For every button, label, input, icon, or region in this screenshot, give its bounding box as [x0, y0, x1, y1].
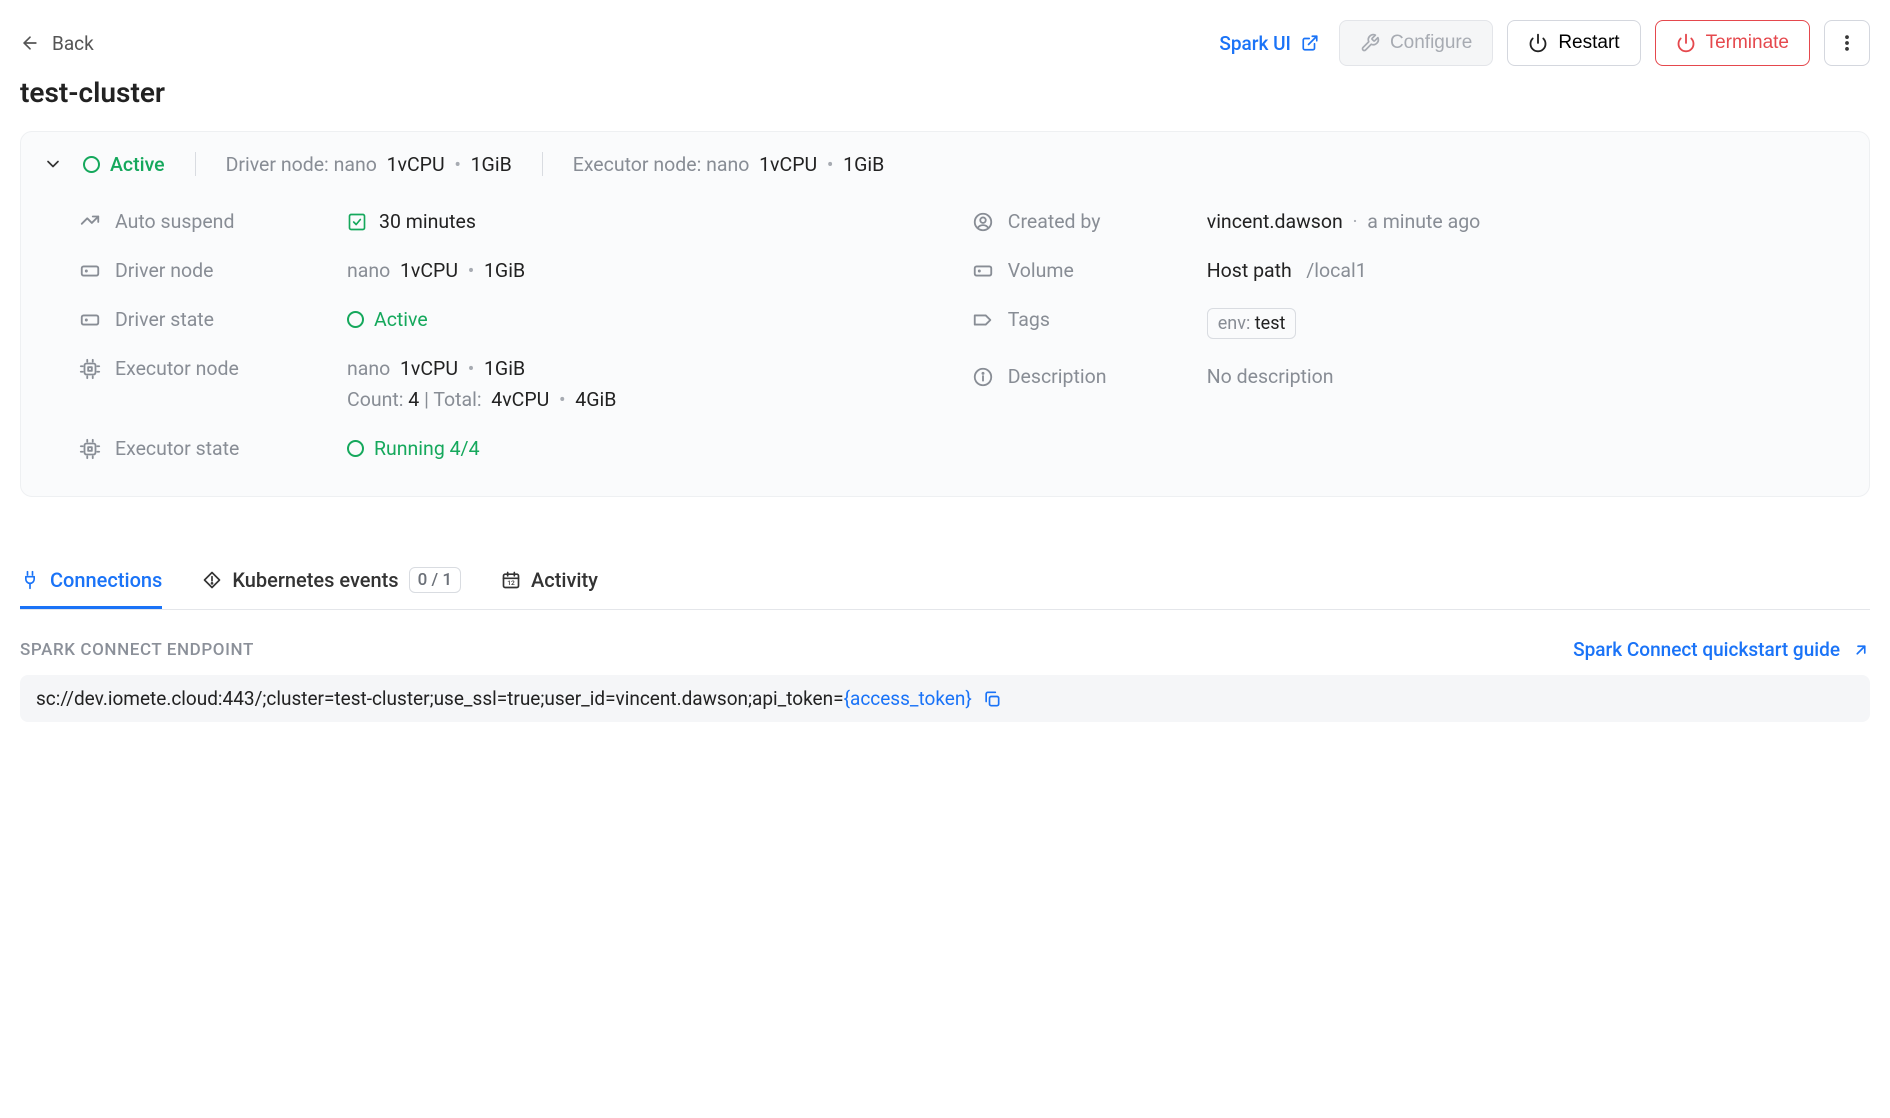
arrow-left-icon [20, 33, 40, 53]
header-actions: Spark UI Configure Restart Terminate [1213, 20, 1870, 66]
tab-kubernetes-events-label: Kubernetes events [232, 568, 398, 592]
configure-button: Configure [1339, 20, 1493, 66]
tab-kubernetes-events[interactable]: Kubernetes events 0 / 1 [202, 553, 461, 609]
cpu-icon [79, 358, 101, 380]
tag-chip: env: test [1207, 308, 1297, 339]
detail-auto-suspend: Auto suspend 30 minutes [79, 210, 972, 233]
restart-button[interactable]: Restart [1507, 20, 1640, 66]
tab-activity[interactable]: 12 Activity [501, 554, 598, 608]
executor-node-label: Executor node [115, 357, 239, 380]
summary-row: Active Driver node: nano 1vCPU • 1GiB Ex… [43, 152, 1847, 176]
kubernetes-events-count: 0 / 1 [409, 567, 461, 593]
status-circle-icon [347, 440, 364, 457]
tab-connections[interactable]: Connections [20, 554, 162, 608]
detail-driver-state: Driver state Active [79, 308, 972, 331]
tags-label: Tags [1008, 308, 1050, 331]
detail-volume: Volume Host path /local1 [972, 259, 1847, 282]
description-value: No description [1207, 365, 1334, 388]
details-col-left: Auto suspend 30 minutes Drive [79, 210, 972, 460]
restart-icon [1528, 33, 1548, 53]
check-square-icon [347, 212, 367, 232]
driver-state-label: Driver state [115, 308, 214, 331]
details-body: Auto suspend 30 minutes Drive [43, 210, 1847, 460]
endpoint-value: sc://dev.iomete.cloud:443/;cluster=test-… [36, 687, 972, 710]
tab-activity-label: Activity [531, 568, 598, 592]
detail-description: Description No description [972, 365, 1847, 388]
terminate-label: Terminate [1706, 32, 1789, 54]
endpoint-box: sc://dev.iomete.cloud:443/;cluster=test-… [20, 675, 1870, 722]
spark-connect-guide-link[interactable]: Spark Connect quickstart guide [1573, 638, 1870, 661]
detail-tags: Tags env: test [972, 308, 1847, 339]
alert-diamond-icon [202, 570, 222, 590]
status-pill: Active [83, 153, 165, 176]
node-icon [79, 260, 101, 282]
detail-executor-state: Executor state Running 4/4 [79, 437, 972, 460]
summary-executor: Executor node: nano 1vCPU • 1GiB [573, 153, 885, 176]
detail-executor-node: Executor node nano 1vCPU • 1GiB Count: 4… [79, 357, 972, 411]
created-by-label: Created by [1008, 210, 1101, 233]
tab-connections-label: Connections [50, 568, 162, 592]
calendar-icon: 12 [501, 570, 521, 590]
auto-suspend-label: Auto suspend [115, 210, 234, 233]
executor-state-label: Executor state [115, 437, 239, 460]
status-circle-icon [347, 311, 364, 328]
summary-driver: Driver node: nano 1vCPU • 1GiB [226, 153, 512, 176]
details-panel: Active Driver node: nano 1vCPU • 1GiB Ex… [20, 131, 1870, 497]
bounce-arrow-icon [79, 211, 101, 233]
user-circle-icon [972, 211, 994, 233]
divider [195, 152, 196, 176]
configure-label: Configure [1390, 32, 1472, 54]
external-link-icon [1301, 34, 1319, 52]
restart-label: Restart [1558, 32, 1619, 54]
executor-state-value: Running 4/4 [374, 437, 480, 460]
info-icon [972, 366, 994, 388]
auto-suspend-value: 30 minutes [379, 210, 476, 233]
page-title: test-cluster [20, 76, 1870, 109]
guide-link-label: Spark Connect quickstart guide [1573, 638, 1840, 661]
plug-icon [20, 570, 40, 590]
description-label: Description [1008, 365, 1107, 388]
driver-node-label: Driver node [115, 259, 213, 282]
node-icon [79, 309, 101, 331]
more-menu-button[interactable] [1824, 20, 1870, 66]
power-icon [1676, 33, 1696, 53]
spark-ui-link[interactable]: Spark UI [1213, 32, 1325, 55]
more-vertical-icon [1837, 33, 1857, 53]
wrench-icon [1360, 33, 1380, 53]
detail-driver-node: Driver node nano 1vCPU • 1GiB [79, 259, 972, 282]
back-button[interactable]: Back [20, 32, 94, 55]
volume-label: Volume [1008, 259, 1074, 282]
tag-icon [972, 309, 994, 331]
status-label: Active [110, 153, 165, 176]
volume-icon [972, 260, 994, 282]
terminate-button[interactable]: Terminate [1655, 20, 1810, 66]
endpoint-section-header: SPARK CONNECT ENDPOINT Spark Connect qui… [20, 638, 1870, 661]
chevron-down-icon[interactable] [43, 154, 63, 174]
cpu-icon [79, 438, 101, 460]
status-circle-icon [83, 156, 100, 173]
divider [542, 152, 543, 176]
back-label: Back [52, 32, 94, 55]
details-col-right: Created by vincent.dawson · a minute ago… [972, 210, 1847, 460]
svg-text:12: 12 [507, 579, 515, 587]
page-header: Back Spark UI Configure Restart Terminat… [20, 20, 1870, 66]
tabs: Connections Kubernetes events 0 / 1 12 A… [20, 553, 1870, 610]
arrow-up-right-icon [1852, 641, 1870, 659]
driver-state-value: Active [374, 308, 428, 331]
copy-icon[interactable] [982, 689, 1002, 709]
endpoint-section-title: SPARK CONNECT ENDPOINT [20, 640, 254, 660]
spark-ui-label: Spark UI [1219, 32, 1291, 55]
detail-created-by: Created by vincent.dawson · a minute ago [972, 210, 1847, 233]
